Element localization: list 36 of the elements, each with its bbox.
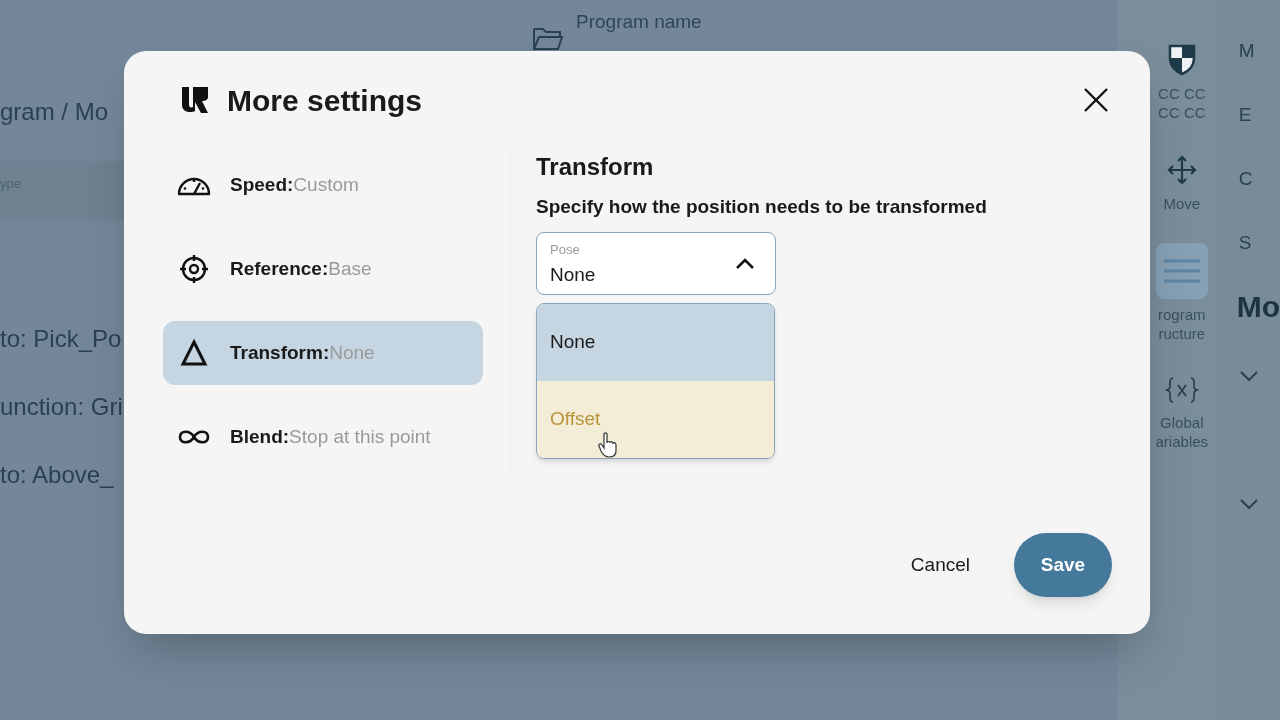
- list-icon: [1161, 257, 1202, 285]
- settings-menu-item[interactable]: Blend:Stop at this point: [163, 405, 483, 469]
- move-icon: [1165, 154, 1198, 186]
- panel-label: C: [1238, 168, 1253, 190]
- rail-item[interactable]: CC CC CC CC: [1128, 40, 1206, 122]
- rail-item[interactable]: rogram ructure: [1125, 243, 1208, 343]
- panel-label: E: [1238, 104, 1252, 126]
- shield-icon: [1166, 42, 1197, 76]
- dialog-title: More settings: [227, 82, 423, 119]
- program-name-label: Program name: [576, 10, 702, 34]
- save-button[interactable]: Save: [1014, 533, 1112, 597]
- rail-item[interactable]: Move: [1133, 152, 1201, 213]
- breadcrumb: gram / Mo: [0, 100, 109, 124]
- logo-icon: [180, 85, 210, 115]
- rail-item[interactable]: Global ariables: [1125, 373, 1209, 451]
- settings-menu-item[interactable]: Transform:None: [163, 321, 483, 385]
- settings-menu-item[interactable]: Speed:Custom: [163, 153, 483, 217]
- settings-menu-item[interactable]: Reference:Base: [163, 237, 483, 301]
- folder-icon: [532, 26, 564, 52]
- panel-heading: Mo: [1236, 292, 1280, 322]
- section-title: Transform: [536, 155, 654, 179]
- chevron-down-icon[interactable]: [1238, 370, 1259, 382]
- cancel-button[interactable]: Cancel: [906, 546, 974, 584]
- panel-label: M: [1238, 40, 1255, 62]
- variable-icon: [1163, 375, 1200, 405]
- dropdown-option[interactable]: Offset: [537, 381, 774, 458]
- chevron-up-icon: [735, 257, 755, 270]
- program-node[interactable]: unction: Gri: [0, 395, 123, 419]
- program-node[interactable]: to: Pick_Po: [0, 327, 122, 351]
- dropdown-option[interactable]: None: [537, 304, 774, 381]
- close-icon: [1083, 87, 1109, 113]
- pose-select[interactable]: Pose None: [536, 232, 776, 295]
- chevron-down-icon[interactable]: [1238, 498, 1259, 510]
- program-node[interactable]: to: Above_: [0, 463, 114, 487]
- section-description: Specify how the position needs to be transformed: [536, 197, 987, 216]
- panel-label: S: [1238, 232, 1252, 254]
